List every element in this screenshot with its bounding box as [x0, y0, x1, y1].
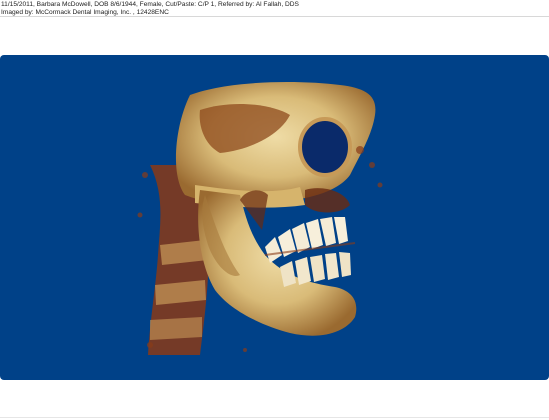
report-page: 11/15/2011, Barbara McDowell, DOB 8/6/19…	[0, 0, 549, 420]
skull-volume-render	[137, 82, 383, 355]
footer-divider	[0, 417, 549, 418]
header-divider	[0, 16, 549, 17]
patient-info-line: 11/15/2011, Barbara McDowell, DOB 8/6/19…	[1, 1, 299, 8]
ct-3d-render-viewport[interactable]	[0, 55, 549, 380]
patient-info-header: 11/15/2011, Barbara McDowell, DOB 8/6/19…	[1, 1, 299, 17]
